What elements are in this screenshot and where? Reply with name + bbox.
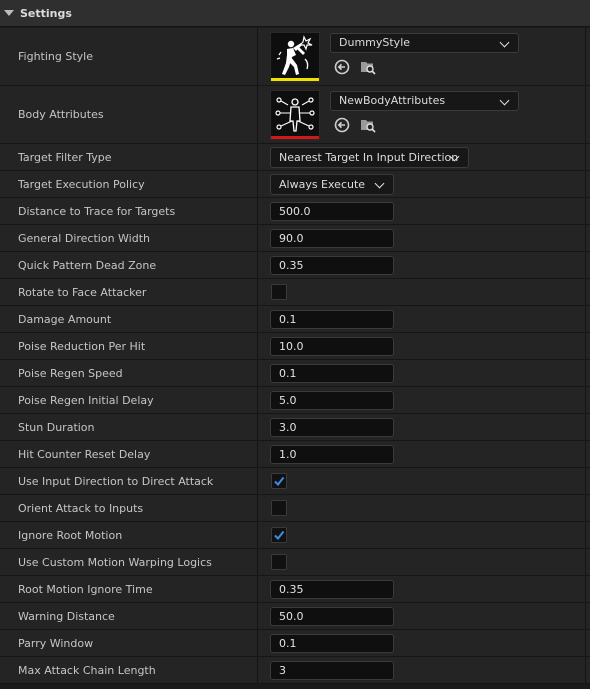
property-label: Max Attack Chain Length [18,663,156,677]
browse-asset-icon[interactable] [359,58,377,76]
number-input[interactable]: 3.0 [270,418,394,437]
property-row-fighting-style: Fighting Style DummyStyle [0,28,590,86]
asset-type-bar [271,136,319,139]
chevron-down-icon [499,37,510,48]
property-row: Poise Regen Speed 0.1 [0,360,590,387]
checkbox[interactable] [271,554,287,570]
number-input[interactable]: 10.0 [270,337,394,356]
property-label: General Direction Width [18,231,150,245]
number-input[interactable]: 0.1 [270,310,394,329]
checkbox[interactable] [271,500,287,516]
property-row: Use Custom Motion Warping Logics [0,549,590,576]
property-label: Stun Duration [18,420,95,434]
property-row: Stun Duration 3.0 [0,414,590,441]
settings-section-header[interactable]: Settings [0,0,590,27]
property-label: Quick Pattern Dead Zone [18,258,157,272]
property-label: Rotate to Face Attacker [18,285,147,299]
collapse-arrow-icon[interactable] [4,10,14,16]
number-input[interactable]: 90.0 [270,229,394,248]
property-row-body-attributes: Body Attributes NewBodyAttributes [0,86,590,144]
number-input[interactable]: 0.1 [270,634,394,653]
number-input[interactable]: 1.0 [270,445,394,464]
property-label: Damage Amount [18,312,112,326]
property-row: Root Motion Ignore Time 0.35 [0,576,590,603]
property-label: Poise Regen Initial Delay [18,393,154,407]
asset-type-bar [271,78,319,81]
property-label: Root Motion Ignore Time [18,582,153,596]
property-row: Warning Distance 50.0 [0,603,590,630]
section-title: Settings [20,6,72,20]
property-row-target-execution-policy: Target Execution Policy Always Execute [0,171,590,198]
property-label: Orient Attack to Inputs [18,501,144,515]
combo-value: NewBodyAttributes [339,94,446,107]
property-row: Ignore Root Motion [0,522,590,549]
target-execution-policy-combo[interactable]: Always Execute [270,174,394,195]
combo-value: Always Execute [279,178,366,191]
number-input[interactable]: 500.0 [270,202,394,221]
property-label: Target Execution Policy [18,177,145,191]
property-label: Poise Reduction Per Hit [18,339,146,353]
property-label: Parry Window [18,636,94,650]
fighting-style-combo[interactable]: DummyStyle [330,33,519,53]
number-input[interactable]: 0.35 [270,256,394,275]
checkbox[interactable] [271,473,287,489]
property-row: Rotate to Face Attacker [0,279,590,306]
body-attributes-thumbnail-icon[interactable] [270,90,320,140]
browse-asset-icon[interactable] [359,116,377,134]
combo-value: Nearest Target In Input Direction [279,151,459,164]
property-label: Target Filter Type [18,150,112,164]
target-filter-type-combo[interactable]: Nearest Target In Input Direction [270,147,469,168]
use-selected-icon[interactable] [333,116,351,134]
property-label: Body Attributes [18,108,104,121]
number-input[interactable]: 5.0 [270,391,394,410]
number-input[interactable]: 50.0 [270,607,394,626]
property-row: Poise Reduction Per Hit 10.0 [0,333,590,360]
number-input[interactable]: 0.35 [270,580,394,599]
property-row: Hit Counter Reset Delay 1.0 [0,441,590,468]
property-label: Poise Regen Speed [18,366,123,380]
property-label: Hit Counter Reset Delay [18,447,151,461]
property-label: Ignore Root Motion [18,528,123,542]
chevron-down-icon [374,178,385,189]
property-label: Distance to Trace for Targets [18,204,176,218]
number-input[interactable]: 0.1 [270,364,394,383]
property-row: Max Attack Chain Length 3 [0,657,590,684]
property-row: Distance to Trace for Targets 500.0 [0,198,590,225]
property-row: Parry Window 0.1 [0,630,590,657]
body-attributes-combo[interactable]: NewBodyAttributes [330,91,519,111]
property-row: Damage Amount 0.1 [0,306,590,333]
property-label: Use Custom Motion Warping Logics [18,555,212,569]
property-label: Fighting Style [18,50,93,63]
chevron-down-icon [499,95,510,106]
checkmark-icon [274,476,285,487]
use-selected-icon[interactable] [333,58,351,76]
property-row: Quick Pattern Dead Zone 0.35 [0,252,590,279]
property-label: Warning Distance [18,609,115,623]
property-label: Use Input Direction to Direct Attack [18,474,214,488]
checkmark-icon [274,530,285,541]
checkbox[interactable] [271,527,287,543]
property-row: Orient Attack to Inputs [0,495,590,522]
number-input[interactable]: 3 [270,661,394,680]
property-row-target-filter-type: Target Filter Type Nearest Target In Inp… [0,144,590,171]
checkbox[interactable] [271,284,287,300]
property-row: Poise Regen Initial Delay 5.0 [0,387,590,414]
property-row: General Direction Width 90.0 [0,225,590,252]
combo-value: DummyStyle [339,36,411,49]
fighter-thumbnail-icon[interactable] [270,32,320,82]
property-row: Use Input Direction to Direct Attack [0,468,590,495]
